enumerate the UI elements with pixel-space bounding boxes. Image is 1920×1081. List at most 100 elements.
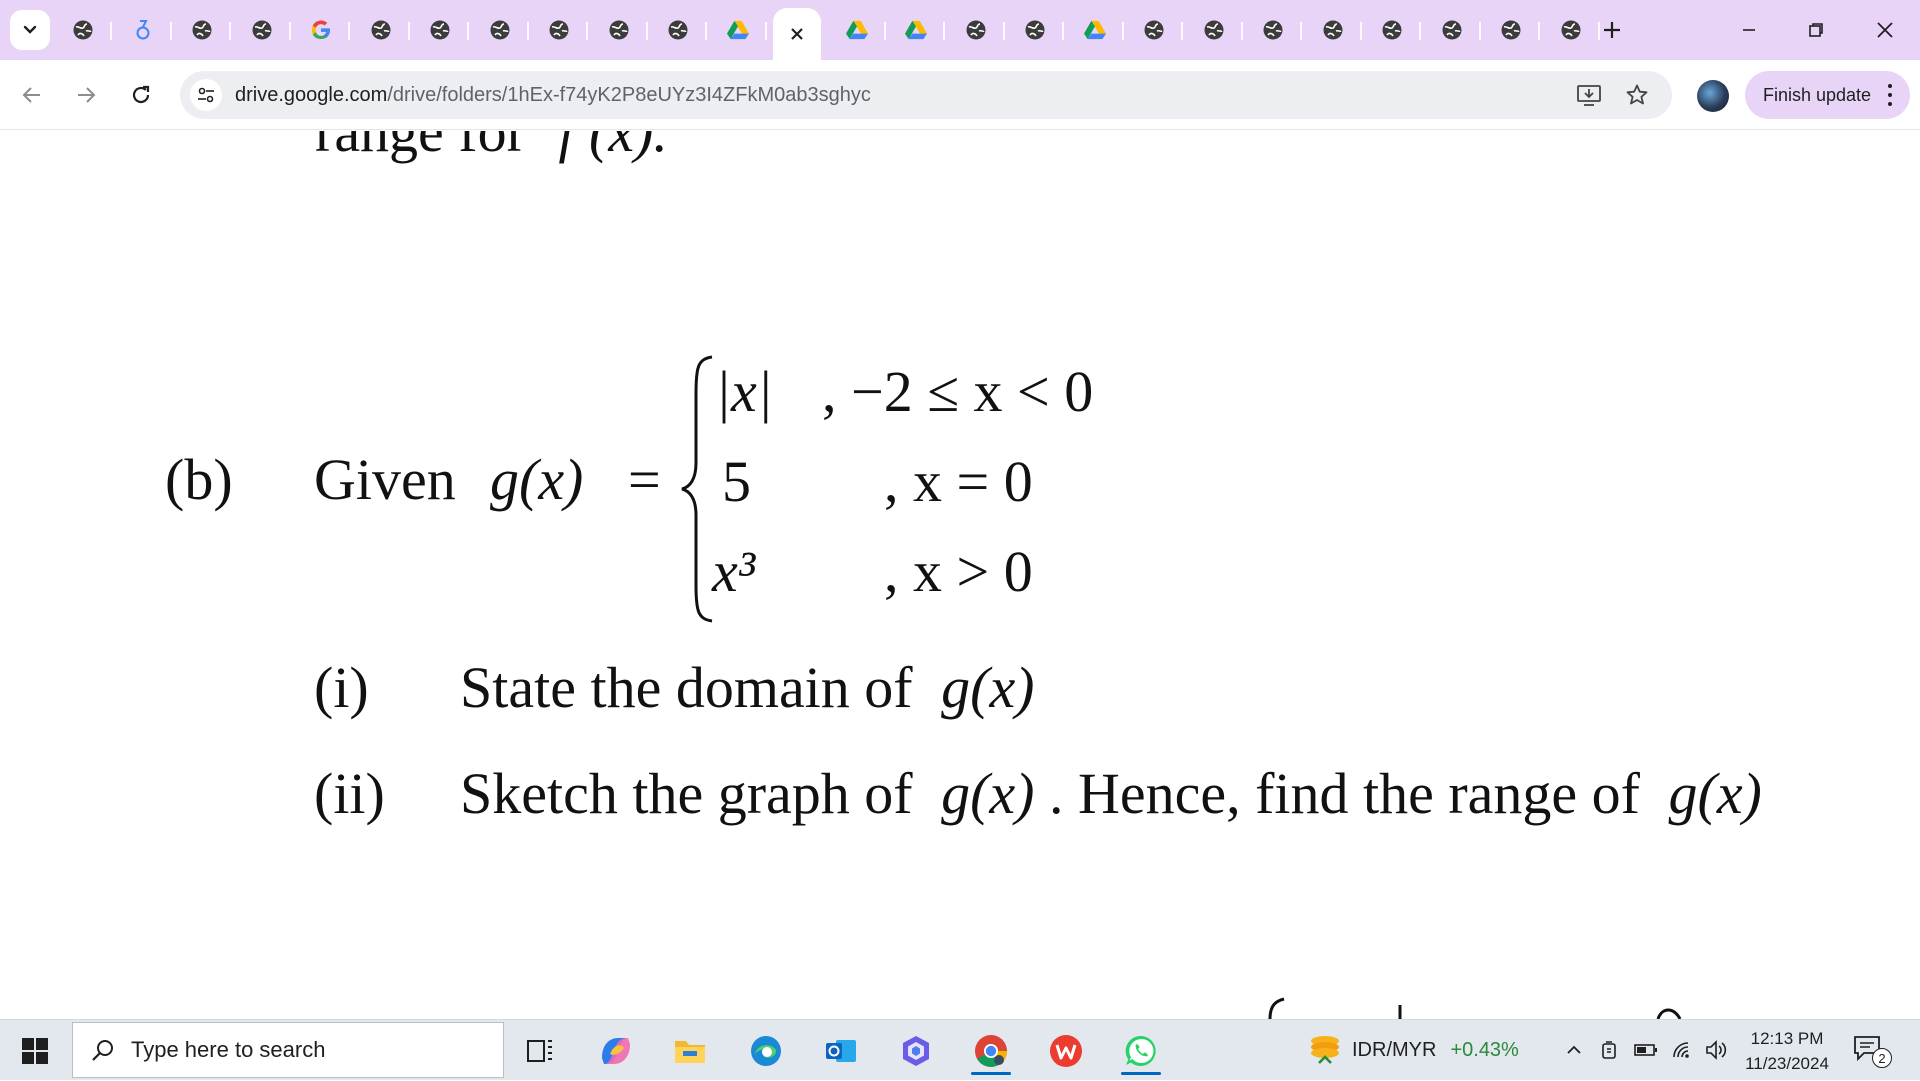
volume-icon bbox=[1706, 1040, 1727, 1060]
wifi-icon bbox=[1673, 1042, 1689, 1058]
taskbar-widget-ticker[interactable]: IDR/MYR +0.43% bbox=[1308, 1028, 1519, 1072]
globe-icon bbox=[667, 19, 689, 41]
restore-icon bbox=[1809, 23, 1823, 37]
finish-update-label: Finish update bbox=[1763, 84, 1872, 105]
tab[interactable] bbox=[1423, 12, 1481, 48]
tab-separator bbox=[1002, 22, 1005, 40]
globe-icon bbox=[1262, 19, 1284, 41]
tray-volume[interactable] bbox=[1704, 1038, 1728, 1062]
tab[interactable] bbox=[947, 12, 1005, 48]
tab[interactable] bbox=[649, 12, 707, 48]
case-2-condition: , x = 0 bbox=[884, 449, 1033, 514]
tray-meet-now[interactable] bbox=[1598, 1038, 1622, 1062]
tab[interactable] bbox=[1363, 12, 1421, 48]
tab[interactable] bbox=[352, 12, 410, 48]
tab-separator bbox=[229, 22, 231, 40]
tab[interactable] bbox=[292, 12, 350, 48]
start-button[interactable] bbox=[0, 1020, 70, 1081]
tray-battery[interactable] bbox=[1634, 1038, 1658, 1062]
tab[interactable] bbox=[709, 12, 767, 48]
task-view-button[interactable] bbox=[512, 1026, 568, 1075]
tab[interactable] bbox=[1125, 12, 1183, 48]
notification-center-button[interactable]: 2 bbox=[1852, 1034, 1892, 1068]
tab[interactable] bbox=[1066, 12, 1124, 48]
windows-logo-icon bbox=[22, 1037, 48, 1064]
site-info-button[interactable] bbox=[190, 79, 222, 111]
tab[interactable] bbox=[828, 12, 886, 48]
globe-icon bbox=[72, 19, 94, 41]
tab[interactable] bbox=[471, 12, 529, 48]
tab[interactable] bbox=[530, 12, 588, 48]
case-2-expr: 5 bbox=[722, 449, 751, 514]
taskbar-search-box[interactable]: Type here to search bbox=[72, 1022, 504, 1078]
tab[interactable] bbox=[1542, 12, 1600, 48]
tab[interactable] bbox=[1006, 12, 1064, 48]
install-app-button[interactable] bbox=[1574, 80, 1604, 110]
tray-wifi[interactable] bbox=[1670, 1038, 1694, 1062]
tab[interactable] bbox=[411, 12, 469, 48]
case-1-condition: , −2 ≤ x < 0 bbox=[822, 359, 1094, 424]
question-i-text: State the domain of g(x) bbox=[460, 659, 1035, 717]
show-hidden-icons-button[interactable] bbox=[1562, 1038, 1586, 1062]
profile-avatar[interactable] bbox=[1697, 80, 1729, 112]
tab[interactable] bbox=[1482, 12, 1540, 48]
tab-separator bbox=[348, 22, 350, 40]
tab[interactable] bbox=[173, 12, 231, 48]
tab-separator bbox=[467, 22, 469, 40]
back-button[interactable] bbox=[12, 75, 52, 115]
restore-button[interactable] bbox=[1791, 10, 1841, 50]
reload-icon bbox=[132, 85, 150, 104]
url-host: drive.google.com bbox=[235, 84, 388, 106]
tab[interactable] bbox=[1244, 12, 1302, 48]
taskbar-copilot[interactable] bbox=[588, 1026, 644, 1075]
address-bar[interactable]: drive.google.com/drive/folders/1hEx-f74y… bbox=[180, 71, 1672, 119]
taskbar-m365[interactable] bbox=[888, 1026, 944, 1075]
tab-separator bbox=[1240, 22, 1243, 40]
taskbar-edge[interactable] bbox=[738, 1026, 794, 1075]
close-icon bbox=[1877, 22, 1893, 38]
wps-office-icon bbox=[1050, 1034, 1082, 1067]
tab[interactable] bbox=[114, 12, 172, 48]
document-viewer[interactable]: range for f (x). (b) Given g(x) = |x| , … bbox=[0, 131, 1920, 1019]
question-ii-text: Sketch the graph of g(x) . Hence, find t… bbox=[460, 765, 1762, 823]
taskbar-chrome[interactable] bbox=[963, 1026, 1019, 1075]
tab-separator bbox=[526, 22, 529, 40]
taskbar-clock[interactable]: 12:13 PM 11/23/2024 bbox=[1732, 1026, 1842, 1076]
browser-toolbar: drive.google.com/drive/folders/1hEx-f74y… bbox=[0, 60, 1920, 130]
tab[interactable] bbox=[233, 12, 291, 48]
tab-active[interactable] bbox=[773, 8, 821, 60]
globe-icon bbox=[965, 19, 987, 41]
search-icon bbox=[92, 1040, 113, 1061]
task-view-icon bbox=[527, 1039, 552, 1062]
taskbar-whatsapp[interactable] bbox=[1113, 1026, 1169, 1075]
reload-button[interactable] bbox=[121, 75, 161, 115]
taskbar-wps[interactable] bbox=[1038, 1026, 1094, 1075]
globe-icon bbox=[548, 19, 570, 41]
tune-icon bbox=[198, 87, 214, 103]
tab[interactable] bbox=[1304, 12, 1362, 48]
tab[interactable] bbox=[887, 12, 945, 48]
taskbar-outlook[interactable] bbox=[813, 1026, 869, 1075]
close-window-button[interactable] bbox=[1860, 10, 1910, 50]
minimize-button[interactable] bbox=[1724, 10, 1774, 50]
tab-separator bbox=[1121, 22, 1124, 40]
tab-separator bbox=[1419, 22, 1421, 40]
active-tab-close-icon[interactable] bbox=[786, 23, 808, 45]
taskbar-file-explorer[interactable] bbox=[662, 1026, 718, 1075]
question-i-body: State the domain of bbox=[460, 655, 913, 720]
tab[interactable] bbox=[590, 12, 648, 48]
tab[interactable] bbox=[54, 12, 112, 48]
globe-icon bbox=[1322, 19, 1344, 41]
active-app-indicator bbox=[971, 1072, 1011, 1075]
tab[interactable] bbox=[1185, 12, 1243, 48]
more-menu-icon bbox=[1888, 84, 1892, 106]
tab-search-button[interactable] bbox=[10, 10, 50, 50]
finish-update-button[interactable]: Finish update bbox=[1745, 71, 1910, 119]
url-text[interactable]: drive.google.com/drive/folders/1hEx-f74y… bbox=[235, 84, 871, 107]
chevron-up-icon bbox=[1567, 1045, 1581, 1054]
globe-icon bbox=[1381, 19, 1403, 41]
bookmark-button[interactable] bbox=[1622, 80, 1652, 110]
new-tab-button[interactable] bbox=[1598, 16, 1626, 44]
forward-button[interactable] bbox=[66, 75, 106, 115]
question-i-func: g(x) bbox=[941, 655, 1035, 720]
